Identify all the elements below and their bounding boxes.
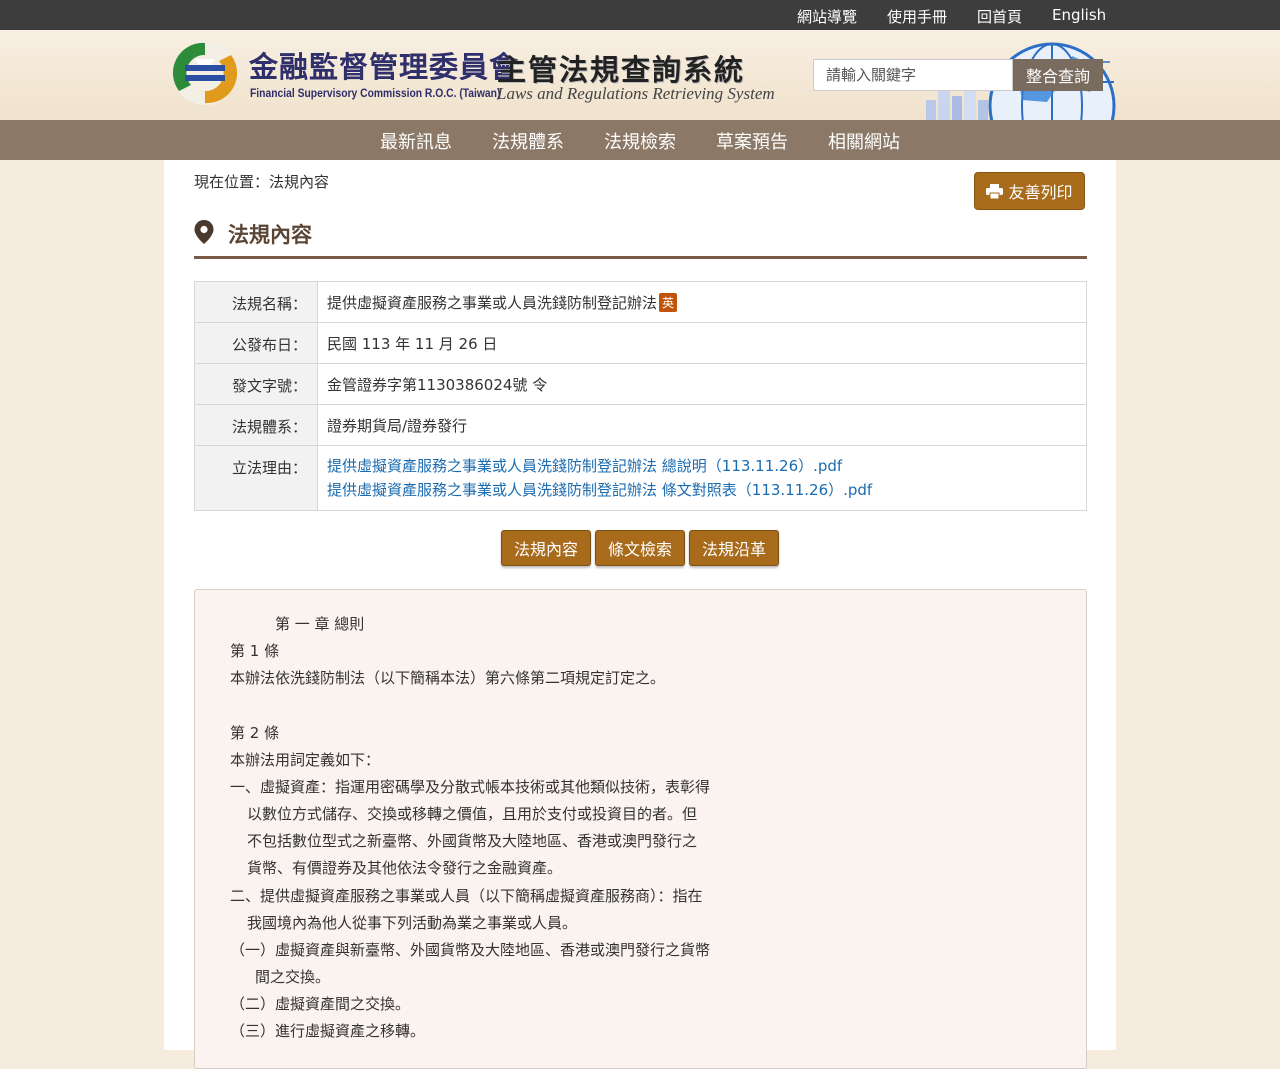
table-row: 法規體系： 證券期貨局/證券發行: [194, 404, 1087, 446]
breadcrumb: 現在位置：法規內容: [194, 173, 330, 191]
org-name-cn: 金融監督管理委員會: [249, 50, 520, 84]
law-system-value: 證券期貨局/證券發行: [317, 404, 1087, 446]
system-title-cn: 主管法規查詢系統: [497, 53, 746, 87]
tab-article-search[interactable]: 條文檢索: [595, 530, 685, 566]
user-manual-link[interactable]: 使用手冊: [887, 6, 947, 27]
article-text: 不包括數位型式之新臺幣、外國貨幣及大陸地區、香港或澳門發行之: [247, 832, 698, 850]
article-text: （一）虛擬資產與新臺幣、外國貨幣及大陸地區、香港或澳門發行之貨幣: [230, 941, 711, 959]
sitemap-link[interactable]: 網站導覽: [797, 6, 857, 27]
article-text: 貨幣、有價證券及其他依法令發行之金融資產。: [247, 859, 563, 877]
article-text: 我國境內為他人從事下列活動為業之事業或人員。: [247, 914, 578, 932]
fsc-logo-icon[interactable]: [171, 39, 239, 107]
main-nav: 最新訊息 法規體系 法規檢索 草案預告 相關網站: [0, 120, 1280, 160]
nav-item-news[interactable]: 最新訊息: [380, 128, 452, 154]
table-row: 發文字號： 金管證券字第1130386024號 令: [194, 363, 1087, 405]
article-text: 間之交換。: [255, 968, 331, 986]
legislative-reason-label: 立法理由：: [194, 445, 318, 511]
article-title: 第 1 條: [230, 642, 280, 660]
nav-item-draft-notice[interactable]: 草案預告: [716, 128, 788, 154]
nav-item-related-sites[interactable]: 相關網站: [828, 128, 900, 154]
law-name-cell: 提供虛擬資產服務之事業或人員洗錢防制登記辦法英: [317, 281, 1087, 323]
tab-law-content[interactable]: 法規內容: [501, 530, 591, 566]
publish-date-value: 民國 113 年 11 月 26 日: [317, 322, 1087, 364]
home-link[interactable]: 回首頁: [977, 6, 1022, 27]
article-text: 一、虛擬資產：指運用密碼學及分散式帳本技術或其他類似技術，表彰得: [230, 778, 711, 796]
keyword-search-input[interactable]: [813, 59, 1013, 91]
page-title: 法規內容: [228, 223, 312, 247]
content-panel: 現在位置：法規內容 友善列印 法規內容 法規名稱： 提供虛擬資產服務之事業或人員…: [164, 160, 1116, 1069]
site-header: 金融監督管理委員會 Financial Supervisory Commissi…: [0, 30, 1280, 120]
map-pin-icon: [194, 220, 214, 244]
law-system-label: 法規體系：: [194, 404, 318, 446]
table-row: 公發布日： 民國 113 年 11 月 26 日: [194, 322, 1087, 364]
printer-icon: [986, 183, 1004, 199]
legislative-reason-cell: 提供虛擬資產服務之事業或人員洗錢防制登記辦法 總說明（113.11.26）.pd…: [317, 445, 1087, 511]
law-name-value: 提供虛擬資產服務之事業或人員洗錢防制登記辦法: [327, 293, 658, 312]
law-text-box: 第 一 章 總則 第 1 條 本辦法依洗錢防制法（以下簡稱本法）第六條第二項規定…: [194, 589, 1087, 1069]
law-name-label: 法規名稱：: [194, 281, 318, 323]
article-text: （二）虛擬資產間之交換。: [230, 995, 411, 1013]
document-number-value: 金管證券字第1130386024號 令: [317, 363, 1087, 405]
tab-law-history[interactable]: 法規沿革: [689, 530, 779, 566]
article-text: 本辦法依洗錢防制法（以下簡稱本法）第六條第二項規定訂定之。: [230, 669, 666, 687]
top-utility-bar: 網站導覽 使用手冊 回首頁 English: [0, 0, 1280, 30]
print-button-label: 友善列印: [1008, 183, 1073, 202]
system-title-en: Laws and Regulations Retrieving System: [497, 84, 775, 103]
nav-item-law-system[interactable]: 法規體系: [492, 128, 564, 154]
publish-date-label: 公發布日：: [194, 322, 318, 364]
article-text: 本辦法用詞定義如下：: [230, 751, 381, 769]
article-text: 二、提供虛擬資產服務之事業或人員（以下簡稱虛擬資產服務商）：指在: [230, 887, 703, 905]
article-text: 以數位方式儲存、交換或移轉之價值，且用於支付或投資目的者。但: [247, 805, 698, 823]
english-version-badge[interactable]: 英: [659, 292, 678, 312]
friendly-print-button[interactable]: 友善列印: [974, 172, 1085, 210]
org-name-en: Financial Supervisory Commission R.O.C. …: [250, 86, 501, 100]
nav-item-law-search[interactable]: 法規檢索: [604, 128, 676, 154]
article-title: 第 2 條: [230, 724, 280, 742]
article-text: （三）進行虛擬資產之移轉。: [230, 1022, 426, 1040]
article-comparison-pdf-link[interactable]: 提供虛擬資產服務之事業或人員洗錢防制登記辦法 條文對照表（113.11.26）.…: [327, 478, 1077, 502]
integrated-search-button[interactable]: 整合查詢: [1013, 59, 1103, 91]
table-row: 法規名稱： 提供虛擬資產服務之事業或人員洗錢防制登記辦法英: [194, 281, 1087, 323]
law-info-table: 法規名稱： 提供虛擬資產服務之事業或人員洗錢防制登記辦法英 公發布日： 民國 1…: [194, 281, 1087, 511]
english-link[interactable]: English: [1052, 6, 1106, 24]
general-explanation-pdf-link[interactable]: 提供虛擬資產服務之事業或人員洗錢防制登記辦法 總說明（113.11.26）.pd…: [327, 454, 1077, 478]
table-row: 立法理由： 提供虛擬資產服務之事業或人員洗錢防制登記辦法 總說明（113.11.…: [194, 445, 1087, 511]
section-heading: 法規內容: [194, 216, 1087, 259]
document-number-label: 發文字號：: [194, 363, 318, 405]
chapter-heading: 第 一 章 總則: [275, 615, 365, 633]
